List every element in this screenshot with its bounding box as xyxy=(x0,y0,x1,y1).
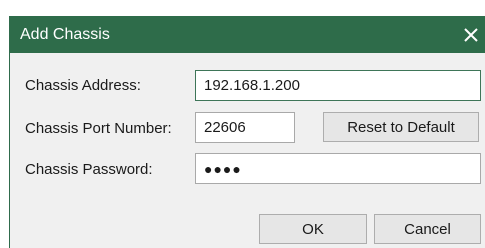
chassis-port-label: Chassis Port Number: xyxy=(25,120,172,137)
chassis-address-input[interactable]: 192.168.1.200 xyxy=(195,70,481,101)
reset-to-default-button[interactable]: Reset to Default xyxy=(323,112,479,142)
chassis-password-input[interactable]: ●●●● xyxy=(195,153,481,184)
add-chassis-dialog: Add Chassis Chassis Address: 192.168.1.2… xyxy=(9,16,485,248)
dialog-title: Add Chassis xyxy=(20,26,110,43)
chassis-port-value: 22606 xyxy=(204,119,246,136)
dialog-titlebar: Add Chassis xyxy=(10,16,485,53)
close-button[interactable] xyxy=(457,16,485,53)
chassis-password-label: Chassis Password: xyxy=(25,161,153,178)
ok-button[interactable]: OK xyxy=(259,214,367,244)
chassis-password-value: ●●●● xyxy=(204,160,242,177)
chassis-address-label: Chassis Address: xyxy=(25,77,141,94)
chassis-port-input[interactable]: 22606 xyxy=(195,112,295,143)
close-icon xyxy=(464,27,478,42)
chassis-address-value: 192.168.1.200 xyxy=(204,77,300,94)
cancel-button[interactable]: Cancel xyxy=(374,214,481,244)
